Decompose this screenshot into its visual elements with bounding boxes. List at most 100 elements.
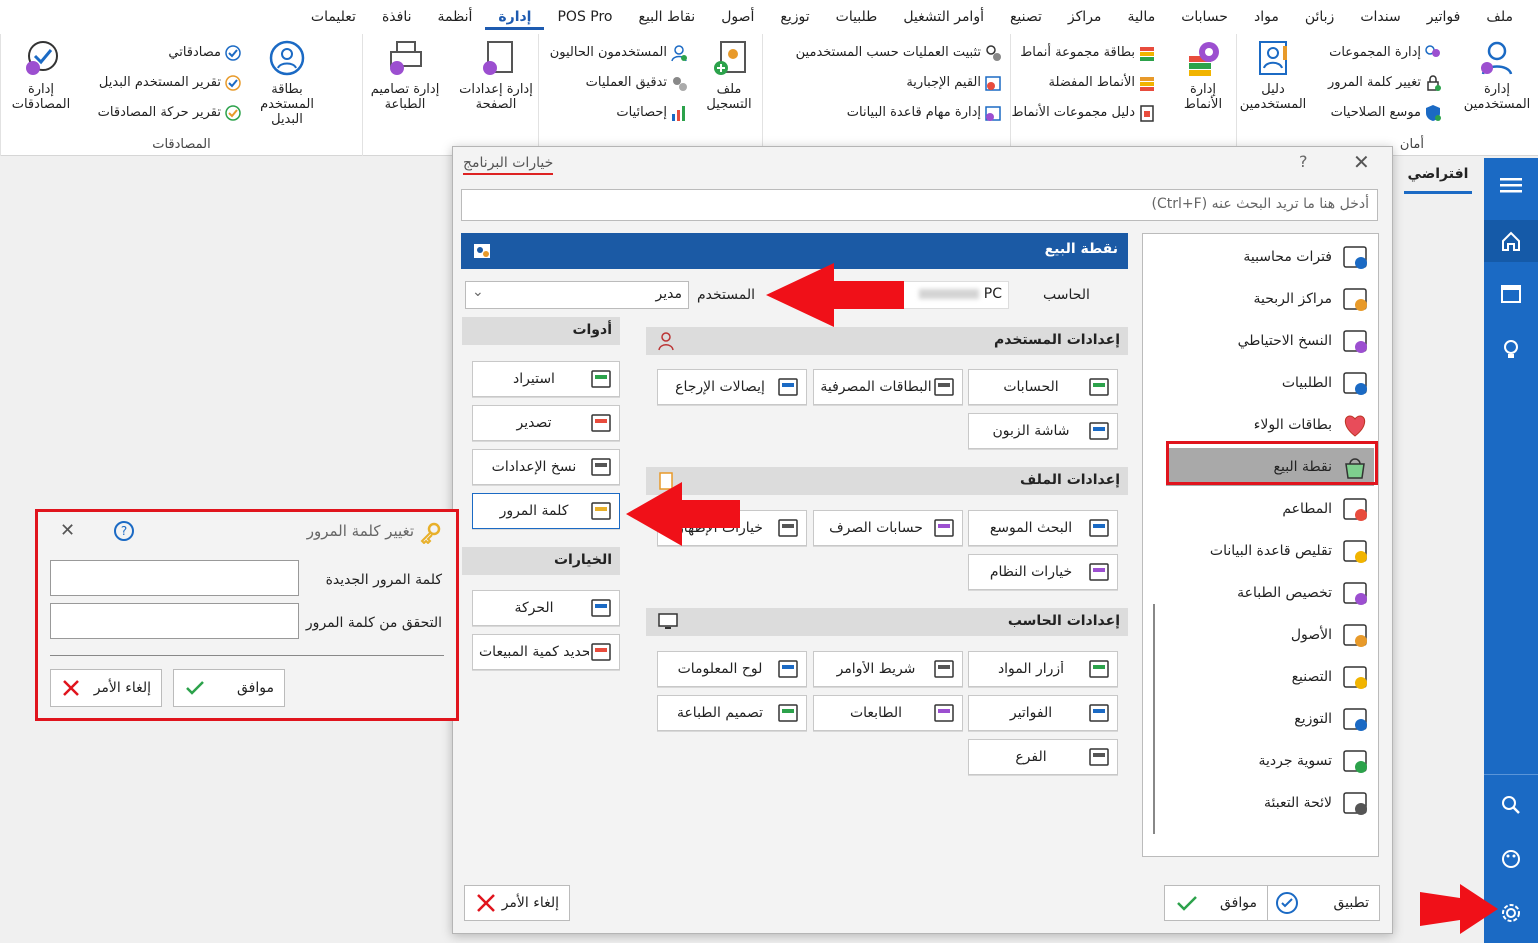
- option-button[interactable]: أزرار المواد: [968, 651, 1118, 687]
- option-button-label: شاشة الزبون: [992, 423, 1070, 439]
- menu-item[interactable]: نافذة: [369, 6, 425, 30]
- menu-item[interactable]: إدارة: [485, 6, 545, 30]
- current-users-button[interactable]: المستخدمون الحاليون: [550, 42, 688, 64]
- fix-operations-button[interactable]: تثبيت العمليات حسب المستخدمين: [796, 42, 1002, 64]
- option-button[interactable]: نسخ الإعدادات: [472, 449, 620, 485]
- permissions-wizard-button[interactable]: موسع الصلاحيات: [1331, 102, 1442, 124]
- option-button[interactable]: الحسابات: [968, 369, 1118, 405]
- option-button[interactable]: الفواتير: [968, 695, 1118, 731]
- user-select[interactable]: مدير ⌄: [465, 281, 689, 309]
- menu-item[interactable]: أصول: [708, 6, 767, 30]
- menu-item[interactable]: حسابات: [1168, 6, 1241, 30]
- menu-item[interactable]: تعليمات: [298, 6, 369, 30]
- menu-item[interactable]: تصنيع: [997, 6, 1055, 30]
- change-password-button[interactable]: تغيير كلمة المرور: [1328, 72, 1442, 94]
- category-item[interactable]: بطاقات الولاء: [1166, 406, 1374, 444]
- menu-item[interactable]: سندات: [1347, 6, 1413, 30]
- groups-management-button[interactable]: إدارة المجموعات: [1329, 42, 1442, 64]
- option-button[interactable]: كلمة المرور: [472, 493, 620, 529]
- calendar-icon[interactable]: [1484, 272, 1538, 314]
- menu-item[interactable]: مالية: [1114, 6, 1168, 30]
- menu-item[interactable]: طلبيات: [823, 6, 891, 30]
- category-item[interactable]: مراكز الربحية: [1166, 280, 1374, 318]
- cancel-button[interactable]: إلغاء الأمر: [464, 885, 570, 921]
- category-scrollbar[interactable]: [1153, 604, 1155, 834]
- menu-item[interactable]: مواد: [1241, 6, 1292, 30]
- category-item[interactable]: تخصيص الطباعة: [1166, 574, 1374, 612]
- menu-item[interactable]: مراكز: [1055, 6, 1115, 30]
- category-item[interactable]: التوزيع: [1166, 700, 1374, 738]
- pos-users-icon[interactable]: [473, 241, 493, 261]
- password-help-icon[interactable]: ?: [114, 521, 134, 541]
- close-icon[interactable]: ✕: [1353, 150, 1370, 174]
- hamburger-menu-icon[interactable]: [1484, 164, 1538, 206]
- category-item[interactable]: المطاعم: [1166, 490, 1374, 528]
- menu-item[interactable]: أوامر التشغيل: [890, 6, 997, 30]
- category-item[interactable]: التصنيع: [1166, 658, 1374, 696]
- option-button[interactable]: شريط الأوامر: [813, 651, 963, 687]
- apply-button[interactable]: تطبيق: [1264, 885, 1380, 921]
- patterns-management-button[interactable]: إدارة الأنماط: [1165, 38, 1241, 112]
- page-settings-button[interactable]: إدارة إعدادات الصفحة: [453, 38, 539, 112]
- password-ok-button[interactable]: موافق: [173, 669, 285, 707]
- db-tasks-button[interactable]: إدارة مهام قاعدة البيانات: [847, 102, 1002, 124]
- menu-item[interactable]: توزيع: [767, 6, 822, 30]
- tab-default[interactable]: افتراضي: [1404, 160, 1472, 194]
- favorite-patterns-button[interactable]: الأنماط المفضلة: [1049, 72, 1157, 94]
- option-button[interactable]: البطاقات المصرفية: [813, 369, 963, 405]
- option-button[interactable]: لوح المعلومات: [657, 651, 807, 687]
- option-button[interactable]: تصميم الطباعة: [657, 695, 807, 731]
- category-item[interactable]: تقليص قاعدة البيانات: [1166, 532, 1374, 570]
- option-button[interactable]: تحديد كمية المبيعات: [472, 634, 620, 670]
- audit-operations-button[interactable]: تدقيق العمليات: [586, 72, 688, 94]
- password-close-icon[interactable]: ✕: [60, 520, 75, 541]
- search-icon[interactable]: [1484, 784, 1538, 826]
- auth-movement-report-button[interactable]: تقرير حركة المصادقات: [98, 102, 242, 124]
- option-button[interactable]: الحركة: [472, 590, 620, 626]
- pattern-group-card-button[interactable]: بطاقة مجموعة أنماط: [1020, 42, 1156, 64]
- category-item[interactable]: لائحة التعبئة: [1166, 784, 1374, 822]
- menu-item[interactable]: زبائن: [1292, 6, 1347, 30]
- lightbulb-icon[interactable]: [1484, 328, 1538, 370]
- confirm-password-input[interactable]: [50, 603, 299, 639]
- option-button[interactable]: استيراد: [472, 361, 620, 397]
- my-authentications-button[interactable]: مصادقاتي: [168, 42, 242, 64]
- menu-item[interactable]: ملف: [1473, 6, 1526, 30]
- option-button[interactable]: حسابات الصرف: [813, 510, 963, 546]
- category-item[interactable]: النسخ الاحتياطي: [1166, 322, 1374, 360]
- category-item[interactable]: الأصول: [1166, 616, 1374, 654]
- menu-item[interactable]: نقاط البيع: [626, 6, 709, 30]
- print-designs-button[interactable]: إدارة تصاميم الطباعة: [365, 38, 445, 112]
- category-item[interactable]: تسوية جردية: [1166, 742, 1374, 780]
- option-button[interactable]: البحث الموسع: [968, 510, 1118, 546]
- option-button[interactable]: خيارات النظام: [968, 554, 1118, 590]
- alt-user-report-button[interactable]: تقرير المستخدم البديل: [99, 72, 242, 94]
- menu-item[interactable]: POS Pro: [544, 6, 625, 30]
- option-button[interactable]: شاشة الزبون: [968, 413, 1118, 449]
- menu-item[interactable]: فواتير: [1414, 6, 1474, 30]
- option-button[interactable]: تصدير: [472, 405, 620, 441]
- pattern-groups-guide-button[interactable]: دليل مجموعات الأنماط: [1012, 102, 1156, 124]
- mandatory-values-button[interactable]: القيم الإجبارية: [906, 72, 1002, 94]
- user-label: المستخدم: [697, 287, 756, 303]
- category-item[interactable]: الطلبيات: [1166, 364, 1374, 402]
- menu-item[interactable]: أنظمة: [425, 6, 486, 30]
- category-item[interactable]: فترات محاسبية: [1166, 238, 1374, 276]
- users-management-button[interactable]: إدارة المستخدمين: [1459, 38, 1535, 112]
- options-search-input[interactable]: أدخل هنا ما تريد البحث عنه (Ctrl+F): [461, 189, 1378, 221]
- alt-user-card-button[interactable]: بطاقة المستخدم البديل: [245, 38, 329, 127]
- option-button[interactable]: إيصالات الإرجاع: [657, 369, 807, 405]
- password-cancel-button[interactable]: إلغاء الأمر: [50, 669, 162, 707]
- statistics-button[interactable]: إحصائيات: [616, 102, 688, 124]
- new-password-input[interactable]: [50, 560, 299, 596]
- home-icon[interactable]: [1484, 220, 1538, 262]
- option-button[interactable]: الفرع: [968, 739, 1118, 775]
- option-button[interactable]: الطابعات: [813, 695, 963, 731]
- help-icon[interactable]: ?: [1299, 152, 1308, 171]
- auth-management-button[interactable]: إدارة المصادقات: [3, 38, 79, 112]
- user-guide-button[interactable]: دليل المستخدمين: [1235, 38, 1311, 112]
- ribbon-group-patterns: إدارة الأنماط بطاقة مجموعة أنماط الأنماط…: [1010, 34, 1236, 156]
- ok-button[interactable]: موافق: [1164, 885, 1268, 921]
- palette-icon[interactable]: [1484, 838, 1538, 880]
- log-file-button[interactable]: ملف التسجيل: [691, 38, 767, 112]
